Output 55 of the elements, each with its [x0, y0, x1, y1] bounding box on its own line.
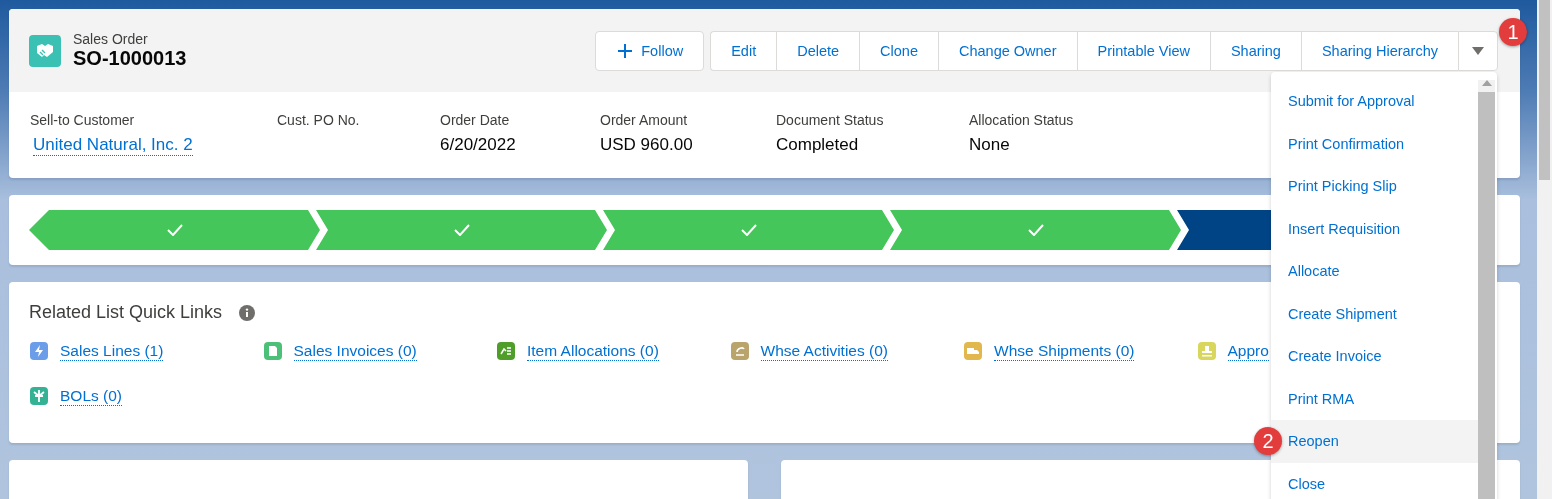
customer-link[interactable]: United Natural, Inc. 2: [33, 135, 193, 156]
action-button[interactable]: Delete: [776, 31, 860, 71]
related-list-link[interactable]: Item Allocations (0): [527, 341, 659, 361]
menu-item[interactable]: Create Invoice: [1271, 335, 1478, 378]
menu-item[interactable]: Print Picking Slip: [1271, 165, 1478, 208]
menu-item[interactable]: Close: [1271, 462, 1478, 499]
path-stage[interactable]: [890, 210, 1181, 250]
menu-item[interactable]: Allocate: [1271, 250, 1478, 293]
action-button[interactable]: Edit: [710, 31, 777, 71]
menu-item[interactable]: Print Confirmation: [1271, 122, 1478, 165]
field-label: Allocation Status: [969, 112, 1075, 128]
menu-item[interactable]: Submit for Approval: [1271, 80, 1478, 123]
info-icon: [239, 304, 256, 321]
action-button[interactable]: Clone: [859, 31, 938, 71]
related-list-link[interactable]: Appro: [1227, 341, 1269, 361]
action-button[interactable]: Change Owner: [938, 31, 1077, 71]
action-button[interactable]: Printable View: [1076, 31, 1210, 71]
menu-item[interactable]: Print RMA: [1271, 377, 1478, 420]
check-icon: [453, 224, 470, 236]
check-icon: [1027, 224, 1044, 236]
path-stage[interactable]: [603, 210, 894, 250]
page-scrollbar[interactable]: [1537, 0, 1552, 499]
check-icon: [166, 224, 183, 236]
menu-scrollbar[interactable]: [1478, 80, 1495, 499]
field-value: USD 960.00: [600, 135, 694, 155]
field-value: None: [969, 135, 1011, 155]
field-label: Order Date: [440, 112, 511, 128]
related-list-link[interactable]: Sales Invoices (0): [293, 341, 417, 361]
path-stage[interactable]: [316, 210, 607, 250]
menu-item[interactable]: Create Shipment: [1271, 292, 1478, 335]
object-type-label: Sales Order: [73, 31, 149, 47]
action-button[interactable]: Sharing Hierarchy: [1300, 31, 1458, 71]
field-label: Sell-to Customer: [30, 112, 136, 128]
more-actions-button[interactable]: [1458, 31, 1498, 71]
section-title: Related List Quick Links: [29, 302, 223, 323]
handshake-icon: [29, 34, 61, 67]
field-label: Document Status: [776, 112, 885, 128]
related-list-link[interactable]: Whse Activities (0): [760, 341, 888, 361]
action-button[interactable]: Sharing: [1209, 31, 1301, 71]
record-name: SO-1000013: [73, 47, 187, 70]
related-list-link[interactable]: BOLs (0): [60, 386, 122, 406]
field-value: 6/20/2022: [440, 135, 517, 155]
follow-button[interactable]: Follow: [595, 31, 705, 71]
menu-item[interactable]: Insert Requisition: [1271, 207, 1478, 250]
check-icon: [740, 224, 757, 236]
related-list-link[interactable]: Sales Lines (1): [60, 341, 164, 361]
field-value: Completed: [776, 135, 860, 155]
caret-icon: [1472, 47, 1484, 55]
scroll-up-arrow-icon[interactable]: [1481, 80, 1492, 86]
path-stage[interactable]: [29, 210, 320, 250]
plus-icon: [618, 44, 633, 58]
step-number-badge: 1: [1499, 18, 1527, 46]
field-label: Cust. PO No.: [277, 112, 361, 128]
field-label: Order Amount: [600, 112, 689, 128]
related-list-link[interactable]: Whse Shipments (0): [994, 341, 1135, 361]
